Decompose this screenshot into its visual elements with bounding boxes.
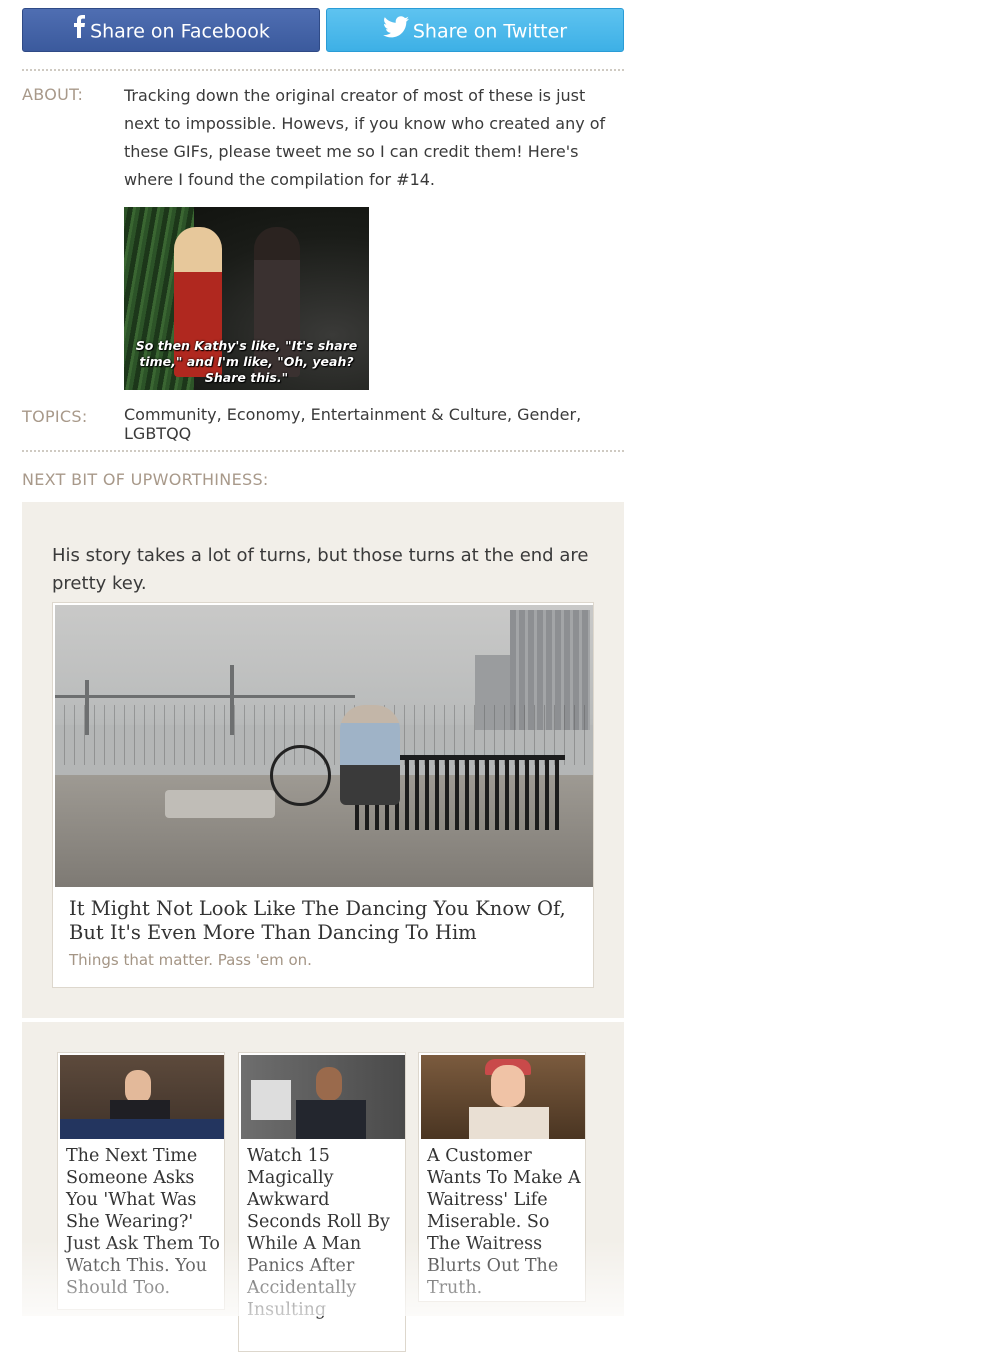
about-text: Tracking down the original creator of mo… bbox=[124, 86, 606, 189]
recommended-title[interactable]: The Next Time Someone Asks You 'What Was… bbox=[66, 1145, 221, 1299]
divider bbox=[22, 69, 624, 71]
about-gif-image: So then Kathy's like, "It's share time,"… bbox=[124, 207, 369, 390]
recommended-band: The Next Time Someone Asks You 'What Was… bbox=[22, 1022, 624, 1352]
divider bbox=[22, 450, 624, 452]
gif-caption: So then Kathy's like, "It's share time,"… bbox=[135, 338, 358, 385]
recommended-card[interactable]: Watch 15 Magically Awkward Seconds Roll … bbox=[238, 1052, 406, 1352]
recommended-thumbnail[interactable] bbox=[60, 1055, 224, 1139]
recommended-thumbnail[interactable] bbox=[241, 1055, 405, 1139]
topics-label: TOPICS: bbox=[22, 407, 88, 426]
twitter-icon bbox=[382, 10, 409, 54]
recommended-card[interactable]: A Customer Wants To Make A Waitress' Lif… bbox=[418, 1052, 586, 1302]
topics-list[interactable]: Community, Economy, Entertainment & Cult… bbox=[124, 405, 624, 443]
next-section-label: NEXT BIT OF UPWORTHINESS: bbox=[22, 470, 269, 489]
share-buttons: Share on Facebook Share on Twitter bbox=[22, 8, 624, 54]
next-article-panel: His story takes a lot of turns, but thos… bbox=[22, 502, 624, 1018]
recommended-card[interactable]: The Next Time Someone Asks You 'What Was… bbox=[57, 1052, 225, 1310]
facebook-icon bbox=[72, 10, 86, 54]
about-label: ABOUT: bbox=[22, 85, 84, 104]
recommended-title[interactable]: A Customer Wants To Make A Waitress' Lif… bbox=[427, 1145, 582, 1299]
next-article-image[interactable] bbox=[55, 605, 593, 887]
share-facebook-button[interactable]: Share on Facebook bbox=[22, 8, 320, 52]
recommended-thumbnail[interactable] bbox=[421, 1055, 585, 1139]
recommended-title[interactable]: Watch 15 Magically Awkward Seconds Roll … bbox=[247, 1145, 402, 1321]
next-teaser: His story takes a lot of turns, but thos… bbox=[52, 545, 589, 594]
share-twitter-button[interactable]: Share on Twitter bbox=[326, 8, 624, 52]
share-twitter-label: Share on Twitter bbox=[412, 20, 568, 43]
next-article-title[interactable]: It Might Not Look Like The Dancing You K… bbox=[69, 897, 569, 945]
next-article-card[interactable]: It Might Not Look Like The Dancing You K… bbox=[52, 602, 594, 988]
next-article-subtitle: Things that matter. Pass 'em on. bbox=[69, 951, 312, 969]
share-facebook-label: Share on Facebook bbox=[90, 20, 270, 43]
